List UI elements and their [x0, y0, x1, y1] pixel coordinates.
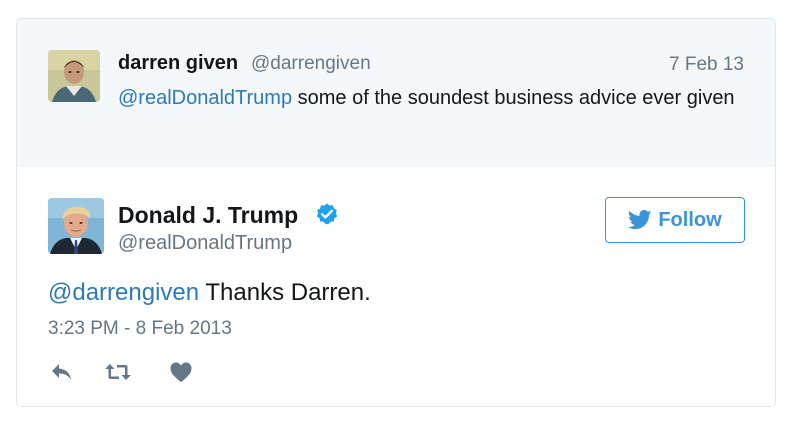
author-avatar-image	[48, 198, 104, 254]
parent-tweet-date[interactable]: 7 Feb 13	[669, 54, 744, 76]
tweet-timestamp[interactable]: 3:23 PM - 8 Feb 2013	[48, 318, 232, 340]
follow-button[interactable]: Follow	[605, 197, 745, 243]
follow-button-label: Follow	[658, 208, 722, 231]
parent-author-handle[interactable]: @darrengiven	[251, 53, 371, 75]
heart-icon[interactable]	[167, 359, 195, 385]
parent-tweet: darren given @darrengiven 7 Feb 13 @real…	[17, 19, 775, 167]
parent-author-name[interactable]: darren given	[118, 52, 238, 75]
retweet-icon[interactable]	[104, 359, 132, 385]
author-handle[interactable]: @realDonaldTrump	[118, 232, 292, 255]
tweet-body: Thanks Darren.	[199, 279, 371, 306]
parent-avatar[interactable]	[48, 50, 100, 102]
tweet-text: @darrengiven Thanks Darren.	[48, 279, 371, 307]
reply-icon[interactable]	[48, 359, 76, 385]
parent-mention-link[interactable]: @realDonaldTrump	[118, 87, 292, 109]
parent-avatar-image	[48, 50, 100, 102]
parent-tweet-body: some of the soundest business advice eve…	[292, 87, 735, 109]
parent-tweet-text: @realDonaldTrump some of the soundest bu…	[118, 83, 738, 114]
verified-badge-icon	[315, 202, 339, 226]
twitter-bird-icon	[628, 210, 652, 230]
embedded-tweet-card: darren given @darrengiven 7 Feb 13 @real…	[16, 18, 776, 407]
tweet-mention-link[interactable]: @darrengiven	[48, 279, 199, 306]
author-name[interactable]: Donald J. Trump	[118, 202, 298, 229]
author-avatar[interactable]	[48, 198, 104, 254]
